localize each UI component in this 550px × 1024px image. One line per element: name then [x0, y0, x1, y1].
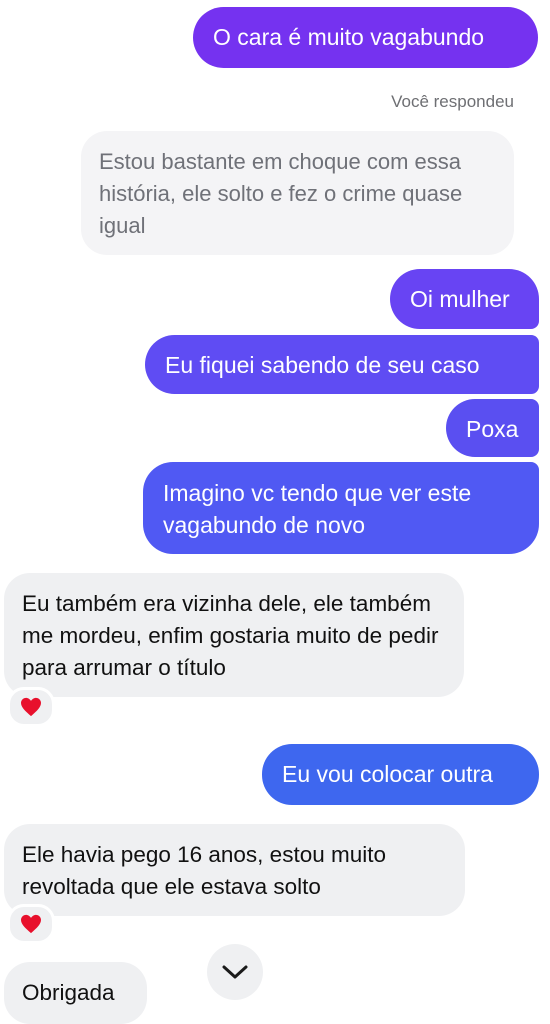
message-incoming[interactable]: Obrigada — [4, 962, 147, 1024]
message-outgoing[interactable]: Eu fiquei sabendo de seu caso — [145, 335, 539, 394]
message-outgoing[interactable]: Oi mulher — [390, 269, 539, 329]
message-text: Obrigada — [22, 980, 115, 1005]
message-text: Imagino vc tendo que ver este vagabundo … — [163, 480, 472, 538]
reply-label: Você respondeu — [391, 92, 514, 111]
message-outgoing[interactable]: Imagino vc tendo que ver este vagabundo … — [143, 462, 539, 554]
quoted-reply-text: Estou bastante em choque com essa histór… — [99, 149, 463, 238]
quoted-reply-bubble[interactable]: Estou bastante em choque com essa histór… — [81, 131, 514, 255]
heart-icon — [21, 914, 41, 934]
message-incoming[interactable]: Eu também era vizinha dele, ele também m… — [4, 573, 464, 697]
message-text: Ele havia pego 16 anos, estou muito revo… — [22, 842, 386, 899]
message-text: Eu também era vizinha dele, ele também m… — [22, 591, 439, 680]
reaction-badge[interactable] — [7, 904, 55, 944]
message-text: Eu fiquei sabendo de seu caso — [165, 352, 480, 378]
reaction-badge[interactable] — [7, 687, 55, 727]
message-text: Oi mulher — [410, 286, 510, 312]
message-outgoing[interactable]: Poxa — [446, 399, 539, 457]
chevron-down-icon — [222, 965, 248, 979]
message-text: Poxa — [466, 416, 519, 442]
message-outgoing[interactable]: Eu vou colocar outra — [262, 744, 539, 805]
message-outgoing[interactable]: O cara é muito vagabundo — [193, 7, 538, 68]
message-text: O cara é muito vagabundo — [213, 24, 485, 50]
message-text: Eu vou colocar outra — [282, 761, 493, 787]
heart-icon — [21, 697, 41, 717]
message-incoming[interactable]: Ele havia pego 16 anos, estou muito revo… — [4, 824, 465, 916]
scroll-down-button[interactable] — [207, 944, 263, 1000]
